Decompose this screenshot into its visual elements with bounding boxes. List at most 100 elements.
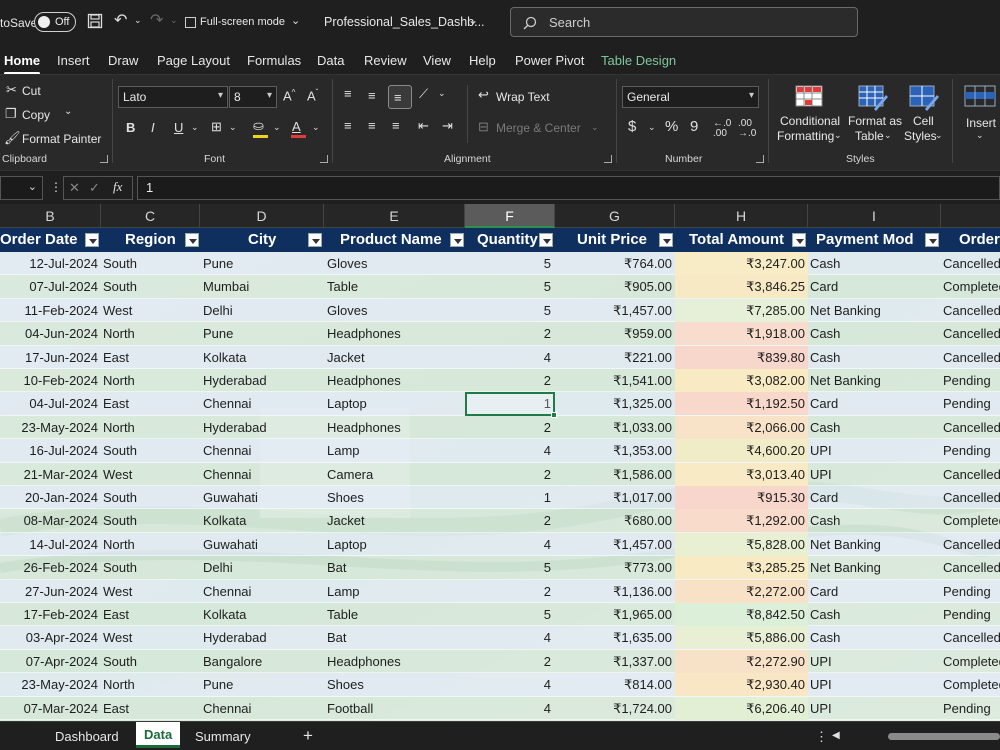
font-color-icon[interactable]: A [292,120,301,133]
increase-indent-icon[interactable]: ⇥ [442,119,453,132]
chevron-down-icon[interactable]: ⌄ [312,123,320,132]
currency-icon[interactable]: $ [628,119,636,134]
cell-payment-mode[interactable]: Card [810,486,938,509]
cell-total-amount[interactable]: ₹2,930.40 [675,673,805,696]
cell-region[interactable]: East [103,346,198,369]
cell-quantity[interactable]: 4 [465,626,551,649]
cell-unit-price[interactable]: ₹814.00 [555,673,672,696]
cell-order-status[interactable]: Pending [943,697,1000,720]
cell-quantity[interactable]: 2 [465,322,551,345]
cell-unit-price[interactable]: ₹680.00 [555,509,672,532]
cell-product-name[interactable]: Lamp [327,580,462,603]
cell-quantity[interactable]: 5 [465,275,551,298]
cell-quantity[interactable]: 2 [465,369,551,392]
dialog-launcher-icon[interactable] [100,155,108,163]
cell-city[interactable]: Pune [203,322,321,345]
chevron-down-icon[interactable]: ⌄ [935,131,943,140]
format-painter-button[interactable]: Format Painter [22,132,101,146]
cell-payment-mode[interactable]: Cash [810,626,938,649]
cell-unit-price[interactable]: ₹764.00 [555,252,672,275]
cell-city[interactable]: Hyderabad [203,369,321,392]
cell-unit-price[interactable]: ₹1,457.00 [555,299,672,322]
insert-cells-icon[interactable] [964,85,996,109]
cell-order-status[interactable]: Completed [943,275,1000,298]
cell-city[interactable]: Hyderabad [203,416,321,439]
filter-dropdown-icon[interactable] [85,233,99,247]
cell-city[interactable]: Chennai [203,697,321,720]
cell-order-date[interactable]: 14-Jul-2024 [0,533,98,556]
cell-order-status[interactable]: Cancelled [943,463,1000,486]
cell-region[interactable]: South [103,439,198,462]
cell-order-status[interactable]: Completed [943,509,1000,532]
sheet-tab-summary[interactable]: Summary [195,729,251,744]
cell-order-status[interactable]: Pending [943,603,1000,626]
enter-icon[interactable]: ✓ [89,181,100,194]
cell-unit-price[interactable]: ₹1,017.00 [555,486,672,509]
sheet-tab-dashboard[interactable]: Dashboard [55,729,119,744]
copy-button[interactable]: Copy [22,108,50,122]
cell-order-status[interactable]: Completed [943,650,1000,673]
cell-quantity[interactable]: 4 [465,673,551,696]
cell-product-name[interactable]: Table [327,275,462,298]
save-icon[interactable] [87,13,103,32]
merge-icon[interactable]: ⊟ [478,120,489,133]
cell-region[interactable]: West [103,626,198,649]
cell-order-status[interactable]: Cancelled [943,252,1000,275]
cell-unit-price[interactable]: ₹1,541.00 [555,369,672,392]
cell-unit-price[interactable]: ₹1,635.00 [555,626,672,649]
formula-input[interactable]: 1 [137,176,1000,200]
cell-order-status[interactable]: Cancelled [943,299,1000,322]
cell-quantity[interactable]: 5 [465,556,551,579]
cell-quantity[interactable]: 5 [465,603,551,626]
bold-icon[interactable]: B [126,121,135,134]
cell-payment-mode[interactable]: UPI [810,439,938,462]
cell-total-amount[interactable]: ₹915.30 [675,486,805,509]
tab-home[interactable]: Home [4,53,41,75]
cell-order-date[interactable]: 04-Jul-2024 [0,392,98,415]
cell-unit-price[interactable]: ₹1,586.00 [555,463,672,486]
cell-order-status[interactable]: Cancelled [943,486,1000,509]
cell-quantity[interactable]: 4 [465,697,551,720]
increase-decimal-icon[interactable]: ←.0.00 [713,119,731,139]
filter-dropdown-icon[interactable] [792,233,806,247]
file-name[interactable]: Professional_Sales_Dashb... [324,15,485,29]
cell-quantity[interactable]: 2 [465,509,551,532]
filter-dropdown-icon[interactable] [450,233,464,247]
cell-total-amount[interactable]: ₹3,285.25 [675,556,805,579]
worksheet-grid[interactable]: Order Date Region City Product Name Quan… [0,228,1000,721]
customize-toolbar-icon[interactable]: ⌄ [291,16,300,27]
cell-region[interactable]: North [103,673,198,696]
cell-product-name[interactable]: Laptop [327,533,462,556]
cell-order-date[interactable]: 17-Jun-2024 [0,346,98,369]
cell-unit-price[interactable]: ₹1,965.00 [555,603,672,626]
cell-city[interactable]: Delhi [203,299,321,322]
tab-view[interactable]: View [423,53,451,68]
cell-unit-price[interactable]: ₹905.00 [555,275,672,298]
wrap-text-icon[interactable]: ↩ [478,88,489,101]
cell-order-status[interactable]: Pending [943,439,1000,462]
tab-insert[interactable]: Insert [57,53,90,68]
cell-payment-mode[interactable]: Cash [810,252,938,275]
cell-unit-price[interactable]: ₹1,457.00 [555,533,672,556]
column-header-g[interactable]: G [555,204,675,228]
cell-city[interactable]: Kolkata [203,603,321,626]
comma-style-icon[interactable]: 9 [690,119,698,134]
decrease-indent-icon[interactable]: ⇤ [418,119,429,132]
cell-total-amount[interactable]: ₹4,600.20 [675,439,805,462]
cell-city[interactable]: Pune [203,673,321,696]
dialog-launcher-icon[interactable] [320,155,328,163]
column-header-e[interactable]: E [324,204,465,228]
filter-dropdown-icon[interactable] [185,233,199,247]
cell-payment-mode[interactable]: Net Banking [810,369,938,392]
align-bottom-button[interactable]: ≡ [388,85,412,109]
active-cell-selection[interactable] [465,392,557,418]
cell-unit-price[interactable]: ₹1,337.00 [555,650,672,673]
decrease-decimal-icon[interactable]: .00 →.0 [738,119,756,139]
cell-product-name[interactable]: Camera [327,463,462,486]
cell-styles-icon[interactable] [909,85,939,111]
tab-review[interactable]: Review [364,53,407,68]
column-header-c[interactable]: C [101,204,200,228]
cell-styles-button[interactable]: Cell [913,114,934,128]
number-format-select[interactable]: General ▾ [622,86,759,108]
chevron-down-icon[interactable]: ⌄ [834,131,842,140]
